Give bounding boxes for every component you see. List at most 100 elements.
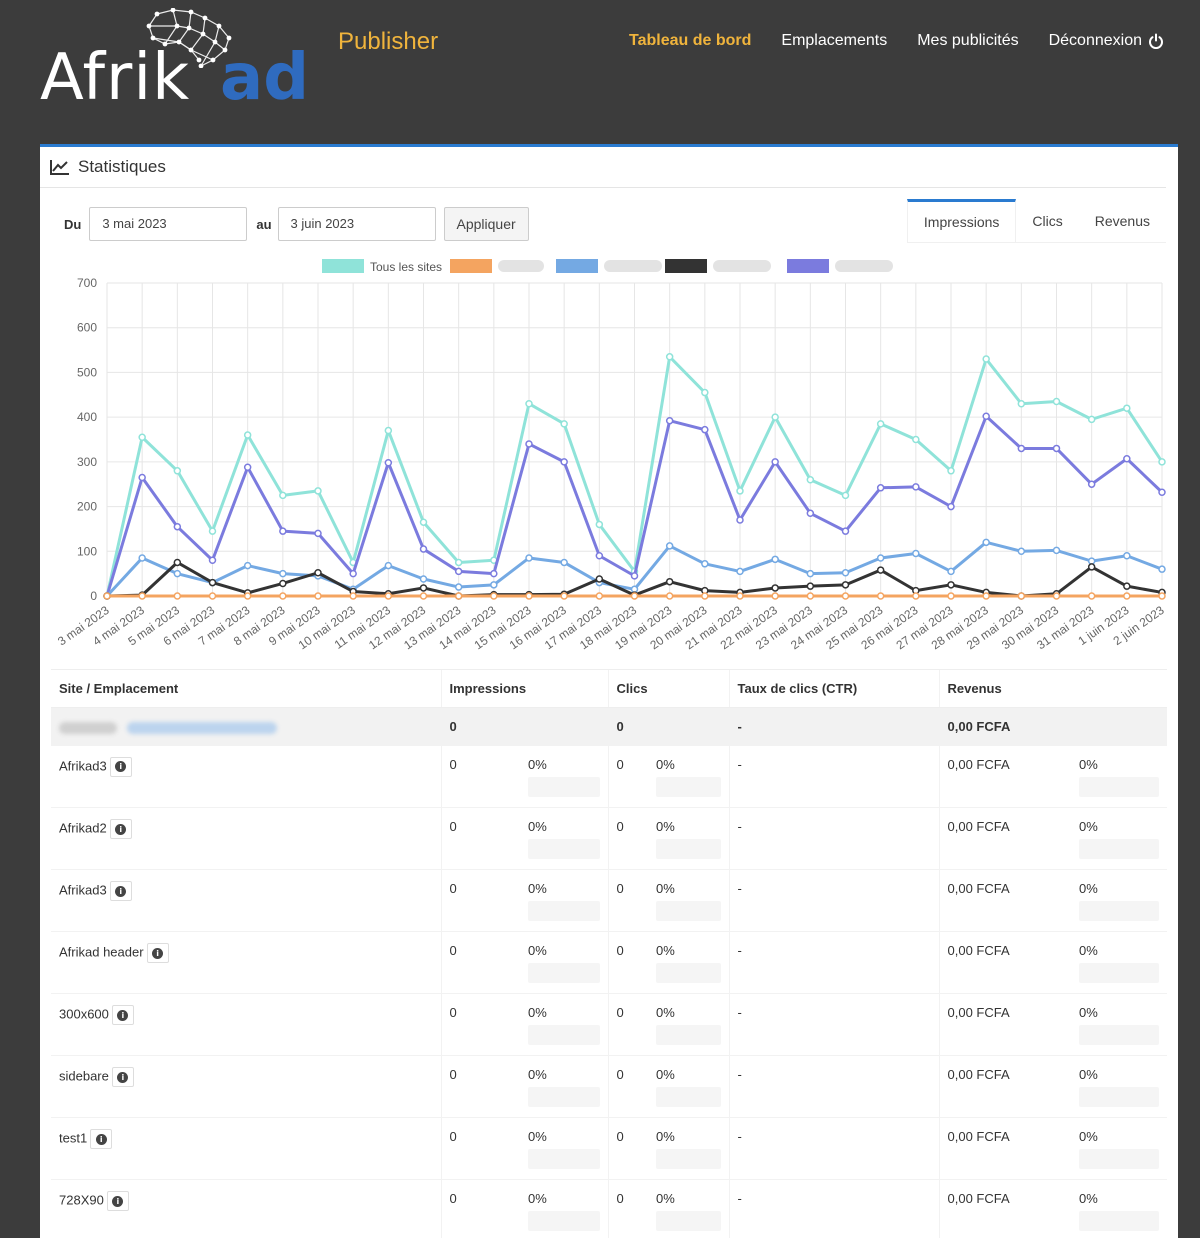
revenue-percent: 0%: [1079, 1005, 1098, 1020]
info-button[interactable]: i: [90, 1129, 113, 1149]
data-point: [384, 459, 393, 467]
clicks-value: 0: [607, 869, 648, 932]
info-button[interactable]: i: [109, 819, 132, 839]
data-point: [454, 567, 463, 576]
data-point: [525, 592, 533, 600]
data-point: [876, 566, 885, 574]
clicks-share: 0%: [648, 1179, 730, 1238]
clicks-share: 0%: [648, 931, 730, 994]
table-row[interactable]: sidebare i 0 0% 0 0% -0,00 FCFA 0%: [51, 1055, 1168, 1118]
impressions-value: 0: [440, 1179, 520, 1238]
data-point: [841, 592, 850, 600]
impressions-share: 0%: [520, 745, 608, 808]
data-point: [1158, 565, 1166, 573]
impressions-progress-bar: [528, 1149, 600, 1169]
tab-clicks[interactable]: Clics: [1016, 199, 1078, 242]
revenue-progress-bar: [1079, 1211, 1160, 1231]
data-point: [419, 584, 428, 592]
revenue-progress-bar: [1079, 901, 1160, 921]
clicks-share: 0%: [648, 807, 730, 870]
th-site: Site / Emplacement: [51, 669, 441, 708]
table-row[interactable]: Afrikad3 i 0 0% 0 0% -0,00 FCFA 0%: [51, 745, 1168, 808]
data-point: [349, 569, 357, 578]
impressions-percent: 0%: [528, 1129, 547, 1144]
clicks-percent: 0%: [656, 1067, 675, 1082]
afrikad-logo[interactable]: Afrik ad: [38, 6, 309, 118]
data-point: [384, 561, 393, 570]
placement-name: test1: [59, 1130, 88, 1146]
summary-impressions: 0: [440, 707, 608, 746]
apply-button[interactable]: Appliquer: [443, 207, 529, 241]
data-point: [771, 555, 779, 564]
impressions-percent: 0%: [528, 756, 547, 772]
redacted-site-url[interactable]: [126, 721, 277, 734]
revenue-value: 0,00 FCFA: [938, 807, 1072, 870]
data-point: [771, 592, 779, 600]
data-point: [103, 592, 111, 600]
placement-name: 728X90: [59, 1192, 104, 1208]
tab-revenue[interactable]: Revenus: [1079, 199, 1166, 242]
nav-my-ads[interactable]: Mes publicités: [917, 32, 1018, 50]
tab-impressions[interactable]: Impressions: [906, 199, 1017, 242]
revenue-value: 0,00 FCFA: [938, 993, 1072, 1056]
data-point: [490, 569, 498, 578]
info-button[interactable]: i: [109, 881, 132, 901]
data-point: [841, 581, 850, 589]
date-to-input[interactable]: 3 juin 2023: [277, 207, 436, 241]
data-point: [243, 463, 252, 471]
table-row[interactable]: Afrikad header i 0 0% 0 0% -0,00 FCFA 0%: [51, 931, 1168, 994]
impressions-percent: 0%: [528, 1191, 547, 1206]
data-point: [208, 556, 217, 564]
placement-name: Afrikad2: [59, 820, 107, 836]
data-point: [630, 592, 639, 600]
revenue-share: 0%: [1071, 931, 1168, 994]
y-tick-label: 0: [90, 589, 97, 603]
impressions-progress-bar: [528, 839, 600, 859]
placement-name: Afrikad3: [59, 757, 107, 773]
data-point: [947, 567, 955, 576]
info-button[interactable]: i: [146, 943, 169, 963]
data-point: [173, 467, 182, 475]
info-button[interactable]: i: [111, 1005, 134, 1025]
info-button[interactable]: i: [109, 756, 132, 777]
placement-name: 300x600: [59, 1006, 109, 1022]
impressions-progress-bar: [528, 1211, 600, 1231]
data-point: [1123, 592, 1131, 600]
clicks-share: 0%: [648, 745, 730, 808]
table-row[interactable]: test1 i 0 0% 0 0% -0,00 FCFA 0%: [51, 1117, 1168, 1180]
y-tick-label: 600: [77, 321, 97, 335]
data-point: [1087, 563, 1096, 571]
info-button[interactable]: i: [106, 1191, 129, 1211]
impressions-percent: 0%: [528, 881, 547, 896]
placement-cell: sidebare i: [51, 1055, 441, 1118]
data-point: [314, 487, 322, 495]
impressions-value: 0: [440, 807, 520, 870]
y-tick-label: 300: [77, 455, 97, 469]
nav-placements[interactable]: Emplacements: [781, 32, 887, 50]
legend-label-redacted: [498, 260, 544, 272]
data-point: [1017, 592, 1026, 600]
table-row[interactable]: Afrikad3 i 0 0% 0 0% -0,00 FCFA 0%: [51, 869, 1168, 932]
clicks-value: 0: [607, 745, 648, 808]
date-from-input[interactable]: 3 mai 2023: [89, 207, 248, 241]
revenue-value: 0,00 FCFA: [938, 931, 1072, 994]
metric-tabs: Impressions Clics Revenus: [906, 199, 1166, 243]
revenue-progress-bar: [1079, 1025, 1160, 1045]
data-point: [876, 420, 885, 428]
table-row[interactable]: 300x600 i 0 0% 0 0% -0,00 FCFA 0%: [51, 993, 1168, 1056]
site-summary-row[interactable]: 0 0 - 0,00 FCFA: [51, 707, 1168, 746]
data-point: [595, 575, 604, 583]
table-row[interactable]: Afrikad2 i 0 0% 0 0% -0,00 FCFA 0%: [51, 807, 1168, 870]
data-point: [243, 431, 252, 439]
nav-dashboard[interactable]: Tableau de bord: [629, 32, 751, 50]
table-row[interactable]: 728X90 i 0 0% 0 0% -0,00 FCFA 0%: [51, 1179, 1168, 1238]
data-point: [876, 554, 885, 562]
data-point: [736, 516, 744, 524]
info-button[interactable]: i: [111, 1067, 134, 1087]
data-point: [173, 558, 182, 567]
nav-logout[interactable]: Déconnexion: [1049, 32, 1164, 50]
revenue-value: 0,00 FCFA: [938, 1117, 1072, 1180]
clicks-progress-bar: [656, 1087, 721, 1107]
impressions-percent: 0%: [528, 819, 547, 834]
data-point: [525, 399, 533, 408]
